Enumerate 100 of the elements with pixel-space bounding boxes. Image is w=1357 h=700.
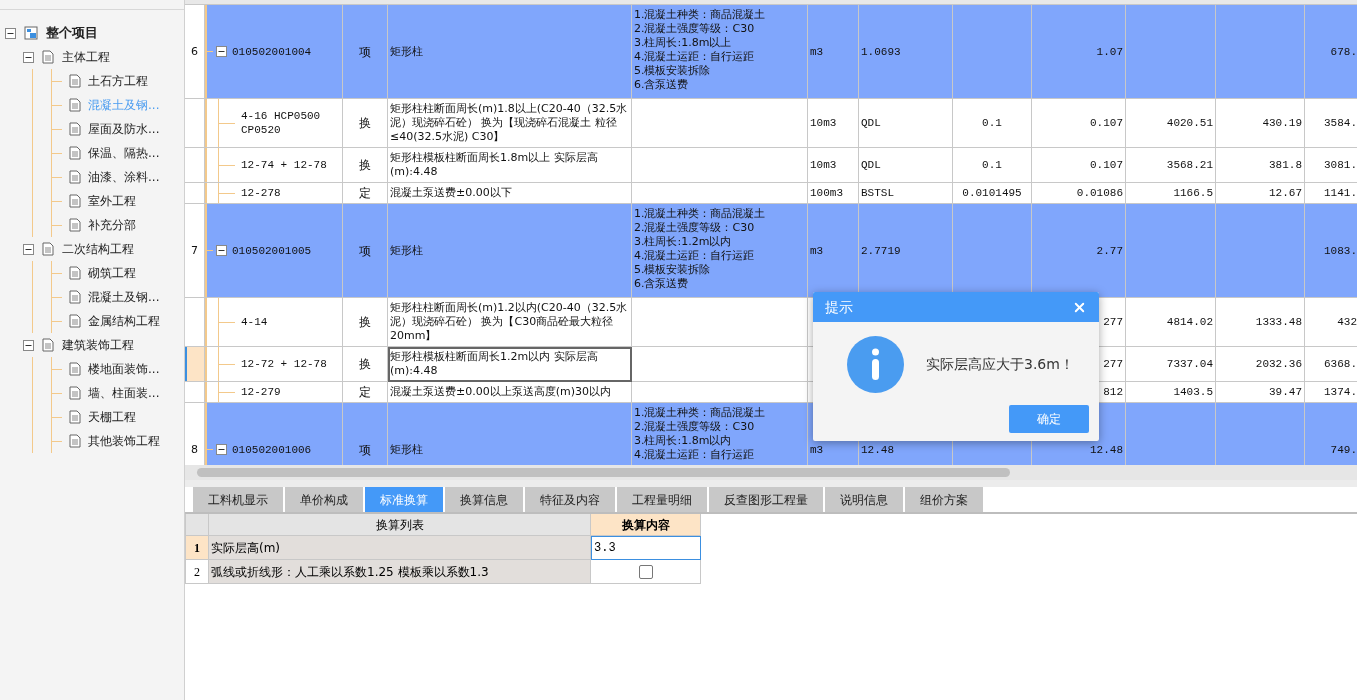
tree-item[interactable]: 楼地面装饰... — [88, 360, 160, 378]
document-icon — [69, 218, 81, 232]
table-cell: m3 — [808, 204, 859, 298]
collapse-icon[interactable] — [5, 27, 16, 39]
table-cell: 矩形柱柱断面周长(m)1.2以内(C20-40（32.5水泥）现浇碎石砼） 换为【C30商品砼最大粒径20mm】 — [388, 298, 632, 347]
row-header[interactable]: 1 — [186, 536, 209, 560]
features-text: 1.混凝土种类：商品混凝土 2.混凝土强度等级：C30 3.柱周长:1.8m以内 4.混凝土运距：自行运距 — [634, 406, 766, 462]
table-cell: 矩形柱 — [388, 204, 632, 298]
code-cell-text: 12-72 + 12-78 — [241, 357, 328, 371]
table-cell: 矩形柱 — [388, 403, 632, 465]
document-icon — [42, 242, 54, 256]
table-cell: 430.19 — [1216, 99, 1305, 148]
tab[interactable]: 工料机显示 — [193, 487, 283, 512]
row-header[interactable] — [185, 183, 205, 204]
code-cell-text: 12-74 + 12-78 — [241, 158, 328, 172]
scrollbar[interactable] — [185, 465, 1357, 480]
table-cell: QDL — [859, 99, 953, 148]
table-cell: 381.8 — [1216, 148, 1305, 183]
tree-item[interactable]: 建筑装饰工程 — [62, 336, 134, 354]
tree-item[interactable]: 整个项目 — [46, 23, 98, 43]
collapse-icon[interactable] — [216, 46, 227, 57]
document-icon — [69, 410, 81, 424]
table-cell: 0.0101495 — [953, 183, 1032, 204]
document-icon — [69, 122, 81, 136]
tab[interactable]: 反查图形工程量 — [709, 487, 823, 512]
table-cell: 2.77 — [1032, 204, 1126, 298]
document-icon — [69, 170, 81, 184]
tab[interactable]: 特征及内容 — [525, 487, 615, 512]
table-cell: 矩形柱 — [388, 5, 632, 99]
table-cell: 1083. — [1305, 204, 1357, 298]
tree-item[interactable]: 其他装饰工程 — [88, 432, 160, 450]
tree-item[interactable]: 砌筑工程 — [88, 264, 136, 282]
document-icon — [69, 194, 81, 208]
table-cell: 0.107 — [1032, 99, 1126, 148]
tree-item[interactable]: 主体工程 — [62, 48, 110, 66]
tree-item[interactable]: 混凝土及钢... — [88, 288, 160, 306]
table-cell: 2032.36 — [1216, 347, 1305, 382]
table-cell: 弧线或折线形：人工乘以系数1.25 模板乘以系数1.3 — [209, 560, 591, 584]
row-header[interactable] — [185, 99, 205, 148]
row-header[interactable]: 2 — [186, 560, 209, 584]
table-cell: 换 — [343, 99, 388, 148]
collapse-icon[interactable] — [23, 51, 34, 63]
table-cell: 矩形柱模板柱断面周长1.2m以内 实际层高(m):4.48 — [388, 347, 632, 382]
tree-item[interactable]: 金属结构工程 — [88, 312, 160, 330]
table-cell: 3568.21 — [1126, 148, 1216, 183]
project-icon — [24, 26, 38, 40]
row-header[interactable]: 6 — [185, 5, 205, 99]
table-cell: 换 — [343, 298, 388, 347]
table-cell: 定 — [343, 183, 388, 204]
document-icon — [69, 266, 81, 280]
tree-item[interactable]: 土石方工程 — [88, 72, 148, 90]
tree-item[interactable]: 油漆、涂料... — [88, 168, 160, 186]
table-cell: QDL — [859, 148, 953, 183]
tree-item[interactable]: 补充分部 — [88, 216, 136, 234]
tree-item[interactable]: 天棚工程 — [88, 408, 136, 426]
row-header[interactable] — [185, 347, 205, 382]
collapse-icon[interactable] — [23, 339, 34, 351]
value-field[interactable]: 3.3 — [591, 536, 701, 560]
tab[interactable]: 说明信息 — [825, 487, 903, 512]
info-icon — [847, 336, 904, 393]
table-cell: 0.1 — [953, 148, 1032, 183]
code-cell: 010502001005 — [232, 243, 312, 258]
tree-item[interactable]: 保温、隔热... — [88, 144, 160, 162]
table-cell: 39.47 — [1216, 382, 1305, 403]
tab[interactable]: 组价方案 — [905, 487, 983, 512]
table-cell: 1403.5 — [1126, 382, 1216, 403]
collapse-icon[interactable] — [216, 245, 227, 256]
tree-item[interactable]: 室外工程 — [88, 192, 136, 210]
table-cell: 1.0693 — [859, 5, 953, 99]
tab[interactable]: 单价构成 — [285, 487, 363, 512]
table-cell: 10m3 — [808, 99, 859, 148]
document-icon — [69, 146, 81, 160]
tab[interactable]: 工程量明细 — [617, 487, 707, 512]
tree-item[interactable]: 墙、柱面装... — [88, 384, 160, 402]
document-icon — [69, 290, 81, 304]
table-cell: BSTSL — [859, 183, 953, 204]
document-icon — [42, 338, 54, 352]
column-header: 换算内容 — [591, 514, 701, 536]
row-header[interactable]: 7 — [185, 204, 205, 298]
table-cell: 0.1 — [953, 99, 1032, 148]
code-cell: 010502001006 — [232, 442, 312, 457]
row-header[interactable] — [185, 148, 205, 183]
tree-item[interactable]: 屋面及防水... — [88, 120, 160, 138]
scrollbar-thumb[interactable] — [197, 468, 1010, 477]
collapse-icon[interactable] — [23, 243, 34, 255]
document-icon — [69, 434, 81, 448]
features-text: 1.混凝土种类：商品混凝土 2.混凝土强度等级：C30 3.柱周长:1.2m以内 4.混凝土运距：自行运距 5.模板安装拆除 6.含泵送费 — [634, 207, 766, 291]
checkbox[interactable] — [638, 564, 653, 579]
tab[interactable]: 换算信息 — [445, 487, 523, 512]
row-header[interactable] — [185, 298, 205, 347]
code-cell-text: 4-14 — [241, 315, 269, 329]
row-header[interactable] — [185, 382, 205, 403]
table-cell: 100m3 — [808, 183, 859, 204]
collapse-icon[interactable] — [216, 444, 227, 455]
table-cell: m3 — [808, 5, 859, 99]
table-cell: 实际层高(m) — [209, 536, 591, 560]
code-cell-text: 12-278 — [241, 186, 282, 200]
table-cell: 项 — [343, 403, 388, 465]
tree-item[interactable]: 二次结构工程 — [62, 240, 134, 258]
table-cell: 7337.04 — [1126, 347, 1216, 382]
